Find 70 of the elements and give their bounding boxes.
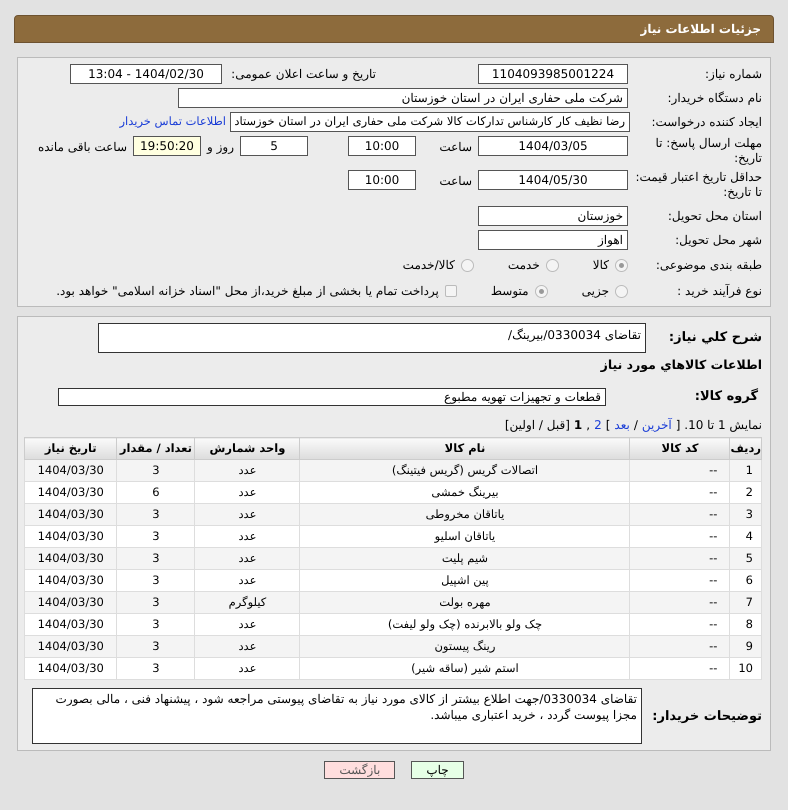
- deadline-date-field: 1404/03/05: [478, 136, 628, 156]
- city-field: اهواز: [478, 230, 628, 250]
- pagination-text: ,: [586, 417, 590, 434]
- time-label: ساعت: [438, 139, 472, 156]
- column-header: ردیف: [730, 438, 762, 460]
- radio-label: کالا: [592, 257, 609, 274]
- field-label: شماره نیاز:: [704, 66, 762, 82]
- column-header: نام کالا: [300, 438, 630, 460]
- header-bar: جزئیات اطلاعات نیاز: [14, 15, 774, 43]
- province-field: خوزستان: [478, 206, 628, 226]
- table-cell: 1404/03/30: [24, 658, 117, 680]
- field-label: شهر محل تحویل:: [674, 232, 762, 248]
- radio-button[interactable]: [534, 284, 548, 298]
- time-label: ساعت: [438, 173, 472, 190]
- validity-date-field: 1404/05/30: [478, 170, 628, 190]
- pagination-text: ]: [606, 417, 610, 434]
- radio-label: کالا/خدمت: [402, 257, 455, 274]
- field-label: استان محل تحویل:: [666, 208, 762, 224]
- field-label: ایجاد کننده درخواست:: [650, 114, 762, 130]
- current-page: 1: [574, 417, 582, 434]
- deadline-time-field: 10:00: [348, 136, 416, 156]
- pagination-link[interactable]: 2: [594, 416, 602, 434]
- table-cell: 10: [730, 658, 762, 680]
- field-label: حداقل تاریخ اعتبار قیمت: تا تاریخ:: [634, 170, 762, 200]
- field-label: گروه کالا:: [694, 387, 759, 406]
- field-label: تاریخ و ساعت اعلان عمومی:: [230, 66, 376, 82]
- back-button[interactable]: بازگشت: [324, 761, 396, 780]
- table-cell: --: [630, 658, 730, 680]
- checkbox-label: پرداخت تمام یا بخشی از مبلغ خرید،از محل "اسناد خزانه اسلامی" خواهد بود.: [56, 283, 439, 300]
- table-cell: استم شیر (ساقه شیر): [300, 658, 630, 680]
- description-textarea[interactable]: تقاضای 0330034/بیرینگ/: [98, 323, 646, 353]
- requester-field: رضا نظیف کار کارشناس تدارکات کالا شرکت ملی حفاری ایران در استان خوزستاد: [230, 112, 630, 132]
- buyer-contact-link[interactable]: اطلاعات تماس خریدار: [119, 113, 226, 131]
- print-button[interactable]: چاپ: [411, 761, 464, 780]
- pagination-text: [قبل / اولین]: [504, 417, 570, 434]
- radio-button[interactable]: [615, 284, 628, 298]
- table-cell: عدد: [194, 658, 300, 680]
- checkbox[interactable]: [444, 285, 457, 297]
- field-label: شرح کلي نياز:: [668, 329, 762, 348]
- goods-group-field: قطعات و تجهیزات تهویه مطبوع: [58, 388, 606, 406]
- field-label: نوع فرآیند خرید :: [676, 284, 762, 298]
- radio-button[interactable]: [546, 258, 559, 272]
- column-header: تعداد / مقدار: [116, 438, 195, 460]
- days-field: 5: [240, 136, 308, 156]
- radio-label: خدمت: [508, 257, 540, 274]
- need-number-field: 1104093985001224: [478, 64, 628, 84]
- column-header: کد کالا: [630, 438, 730, 460]
- column-header: تاریخ نیاز: [24, 438, 117, 460]
- section-heading: اطلاعات کالاهاي مورد نياز: [600, 356, 762, 374]
- radio-button[interactable]: [615, 258, 628, 272]
- remaining-label: ساعت باقی مانده: [38, 139, 127, 156]
- field-label: نام دستگاه خریدار:: [666, 90, 762, 106]
- field-label: توضیحات خریدار:: [651, 708, 762, 726]
- buyer-notes-textarea[interactable]: تقاضای 0330034/جهت اطلاع بیشتر از کالای مورد نیاز به تقاضای پیوستی مراجعه شود ، پیشنهاد فنی ، مالی بصورت مجزا پیوست گردد ، خرید اعتباری میباشد.: [32, 688, 642, 744]
- pagination-text: /: [634, 417, 638, 434]
- pagination-link[interactable]: آخرین: [642, 416, 672, 434]
- radio-label: متوسط: [490, 283, 529, 300]
- days-label: روز و: [207, 139, 234, 156]
- radio-button[interactable]: [460, 258, 474, 272]
- field-label: طبقه بندی موضوعی:: [654, 258, 762, 272]
- field-label: مهلت ارسال پاسخ: تا تاریخ:: [654, 136, 762, 166]
- column-header: واحد شمارش: [194, 438, 300, 460]
- pagination-text: نمایش 1 تا 10. [: [676, 417, 762, 434]
- table-cell: 3: [116, 658, 195, 680]
- radio-label: جزیی: [582, 283, 609, 300]
- remaining-time-field: 19:50:20: [133, 136, 201, 156]
- announce-date-field: 1404/02/30 - 13:04: [70, 64, 222, 84]
- pagination-link[interactable]: بعد: [614, 416, 630, 434]
- buyer-org-field: شرکت ملی حفاری ایران در استان خوزستان: [178, 88, 628, 108]
- validity-time-field: 10:00: [348, 170, 416, 190]
